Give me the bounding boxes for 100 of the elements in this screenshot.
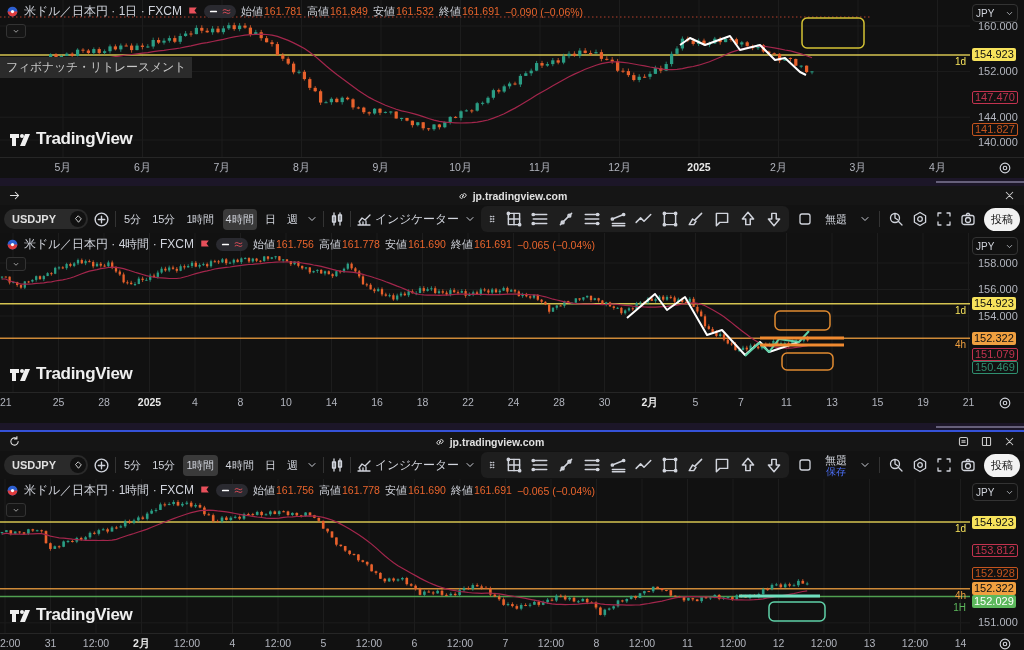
time-label: 12:00	[537, 637, 565, 649]
time-label: 2月	[133, 637, 150, 650]
time-label: 12	[772, 637, 785, 649]
price-tick: 152.000	[977, 65, 1019, 79]
price-tick: 156.000	[977, 283, 1019, 296]
time-label: 8月	[293, 161, 310, 175]
symbol-title: 米ドル／日本円 · 1日 · FXCM	[24, 3, 182, 20]
time-label: 19	[917, 396, 929, 408]
currency-dropdown[interactable]: JPY	[972, 237, 1018, 255]
symbol-title: 米ドル／日本円 · 1時間 · FXCM	[24, 482, 194, 499]
time-label: 31	[44, 637, 57, 649]
time-label: 15	[871, 396, 884, 408]
time-label: 10月	[449, 161, 472, 175]
price-tick: 140.000	[977, 135, 1019, 149]
time-label: 11	[781, 396, 792, 408]
timeframe-button[interactable]: 15分	[149, 454, 179, 476]
time-label: 6月	[134, 161, 151, 175]
price-label: 154.923	[972, 297, 1016, 311]
time-label: 5	[692, 396, 699, 408]
timeframe-button[interactable]: 5分	[121, 454, 145, 476]
time-label: 7	[738, 396, 744, 408]
timeframe-tag: 1H	[953, 602, 966, 614]
ohlc-value: 終値161.691	[450, 237, 512, 252]
timeframe-button[interactable]: 15分	[149, 208, 179, 230]
timeframe-tag: 1d	[954, 523, 966, 534]
ohlc-value: 始値161.756	[253, 237, 314, 252]
time-label: 12:00	[719, 637, 747, 649]
time-label: 12:00	[355, 637, 383, 649]
time-label: 8	[593, 637, 600, 649]
ohlc-value: 高値161.849	[306, 4, 368, 19]
time-label: 2025	[687, 161, 711, 173]
time-label: 4月	[929, 161, 946, 175]
drawing-label: フィボナッチ・リトレースメント	[0, 57, 192, 78]
timeframe-button[interactable]: 週	[283, 454, 301, 476]
price-label: 154.923	[972, 48, 1016, 62]
timeframe-button[interactable]: 4時間	[222, 454, 257, 476]
time-label: 18	[416, 396, 429, 408]
time-label: 6	[411, 637, 418, 649]
time-label: 11	[682, 637, 693, 649]
logo-text: TradingView	[36, 364, 133, 384]
time-label: 12:00	[810, 637, 838, 649]
timeframe-button[interactable]: 4時間	[222, 208, 257, 230]
timeframe-tag: 4h	[954, 339, 966, 351]
timeframe-button[interactable]: 日	[261, 208, 279, 230]
price-label: 152.928	[972, 566, 1018, 580]
price-tick: 151.000	[977, 616, 1019, 630]
currency-dropdown[interactable]: JPY	[972, 483, 1018, 501]
price-tick: 158.000	[977, 256, 1019, 270]
time-label: 10	[280, 396, 292, 408]
time-label: 12:00	[901, 637, 929, 649]
price-label: 147.470	[972, 90, 1018, 104]
price-change: −0.065 (−0.04%)	[516, 484, 596, 497]
time-label: 22	[462, 396, 474, 408]
time-label: 9月	[372, 161, 390, 175]
ohlc-value: 終値161.691	[438, 4, 500, 19]
time-label: 2:00	[0, 637, 21, 649]
price-tick: 160.000	[977, 19, 1019, 33]
time-label: 16	[371, 396, 383, 408]
price-change: −0.065 (−0.04%)	[516, 238, 596, 251]
publish-button[interactable]: 投稿	[984, 207, 1020, 231]
time-label: 5	[320, 637, 327, 649]
price-label: 152.322	[972, 582, 1016, 596]
time-label: 21	[962, 396, 975, 408]
price-label: 152.322	[972, 331, 1016, 345]
time-label: 12:00	[173, 637, 201, 649]
logo-text: TradingView	[36, 605, 133, 625]
price-change: −0.090 (−0.06%)	[504, 5, 584, 18]
time-label: 13	[863, 637, 876, 649]
price-tick: 144.000	[977, 110, 1019, 124]
url-text[interactable]: jp.tradingview.com	[449, 435, 545, 448]
layout-name[interactable]: 無題	[821, 213, 851, 225]
price-label: 151.079	[972, 348, 1018, 362]
timeframe-button[interactable]: 1時間	[183, 208, 218, 230]
ohlc-value: 始値161.756	[253, 483, 314, 498]
time-label: 28	[553, 396, 565, 408]
ohlc-value: 安値161.532	[372, 4, 434, 19]
ohlc-value: 安値161.690	[384, 237, 446, 252]
indicators-button[interactable]: インジケーター	[355, 210, 459, 228]
timeframe-button[interactable]: 1時間	[183, 454, 218, 476]
time-label: 5月	[54, 161, 72, 175]
price-label: 153.812	[972, 544, 1018, 558]
currency-dropdown[interactable]: JPY	[972, 4, 1018, 22]
price-label: 141.827	[972, 123, 1018, 137]
time-label: 12:00	[82, 637, 110, 649]
timeframe-button[interactable]: 週	[283, 208, 301, 230]
layout-name[interactable]: 無題 保存	[821, 453, 851, 477]
time-label: 7	[502, 637, 509, 649]
time-label: 4	[192, 396, 198, 408]
timeframe-tag: 1d	[954, 55, 966, 67]
symbol-search-field[interactable]: USDJPY	[4, 209, 88, 229]
symbol-search-field[interactable]: USDJPY	[4, 455, 88, 475]
publish-button[interactable]: 投稿	[984, 453, 1020, 477]
timeframe-button[interactable]: 5分	[121, 208, 145, 230]
price-tick: 154.000	[977, 309, 1019, 323]
indicators-button[interactable]: インジケーター	[355, 456, 459, 474]
symbol-title: 米ドル／日本円 · 4時間 · FXCM	[24, 236, 194, 253]
time-label: 7月	[213, 161, 231, 175]
timeframe-tag: 1d	[954, 304, 966, 316]
url-text[interactable]: jp.tradingview.com	[472, 189, 568, 202]
timeframe-button[interactable]: 日	[261, 454, 279, 476]
